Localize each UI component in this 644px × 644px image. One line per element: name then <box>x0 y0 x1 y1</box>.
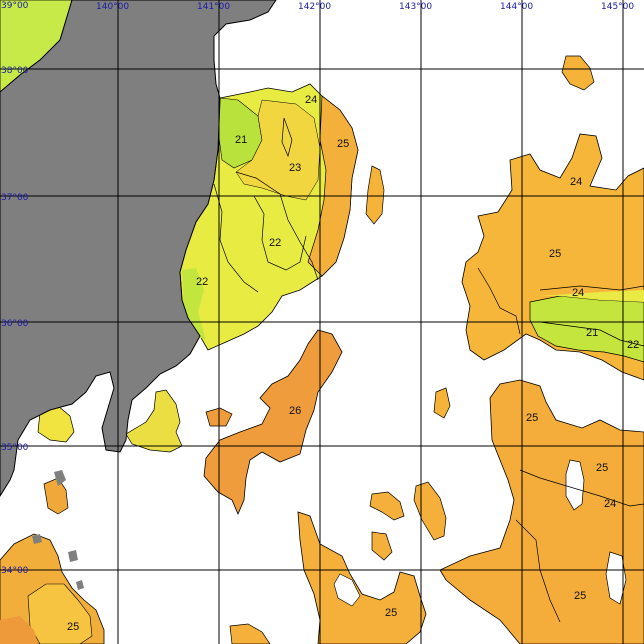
isotherm-label: 24 <box>604 498 616 510</box>
sst-blob-south-small-b <box>413 481 447 541</box>
isotherm-label: 22 <box>196 276 208 288</box>
longitude-label-140: 140°00 <box>96 2 129 12</box>
longitude-label-143: 143°00 <box>399 2 432 12</box>
isotherm-label: 25 <box>385 607 397 619</box>
map-canvas: 140°00 141°00 142°00 143°00 144°00 145°0… <box>0 0 644 644</box>
latitude-label-37: 37°00 <box>1 193 29 203</box>
isotherm-label: 22 <box>627 339 639 351</box>
isotherm-label: 25 <box>574 590 586 602</box>
longitude-label-141: 141°00 <box>197 2 230 12</box>
isotherm-label: 25 <box>67 621 79 633</box>
sst-blob-mid-east <box>433 387 451 419</box>
isotherm-label: 24 <box>572 287 584 299</box>
sst-blob-west-orange <box>43 477 69 515</box>
longitude-label-142: 142°00 <box>298 2 331 12</box>
latitude-label-36: 36°00 <box>1 319 29 329</box>
sst-region-south-central <box>297 511 427 644</box>
isotherm-label: 24 <box>305 94 317 106</box>
sst-blob-north <box>561 55 595 91</box>
isotherm-label: 22 <box>269 237 281 249</box>
isotherm-label: 25 <box>596 462 608 474</box>
sst-region-southeast <box>439 379 644 644</box>
isotherm-label: 24 <box>570 176 582 188</box>
longitude-label-145: 145°00 <box>601 2 634 12</box>
land-island <box>68 550 78 562</box>
latitude-label-38: 38°00 <box>1 66 29 76</box>
sst-blob-south-small-d <box>229 623 271 644</box>
sst-blob-coastal-south <box>125 389 183 453</box>
longitude-label-144: 144°00 <box>500 2 533 12</box>
isotherm-label: 21 <box>586 327 598 339</box>
sst-blob-south-small-a <box>369 491 405 521</box>
isotherm-label: 25 <box>526 412 538 424</box>
isotherm-label: 25 <box>337 138 349 150</box>
isotherm-label: 21 <box>235 134 247 146</box>
isotherm-label: 26 <box>289 405 301 417</box>
latitude-label-35: 35°00 <box>1 443 29 453</box>
latitude-label-34: 34°00 <box>1 566 29 576</box>
sst-region-southwest-inner <box>27 583 93 644</box>
isotherm-label: 25 <box>549 248 561 260</box>
sea-surface-temperature-map: 140°00 141°00 142°00 143°00 144°00 145°0… <box>0 0 644 644</box>
latitude-label-39: 39°00 <box>1 1 29 11</box>
land-island <box>76 580 84 590</box>
isotherm-label: 23 <box>289 162 301 174</box>
sst-blob-small-east <box>365 165 385 225</box>
sst-blob-south-small-c <box>371 531 393 561</box>
